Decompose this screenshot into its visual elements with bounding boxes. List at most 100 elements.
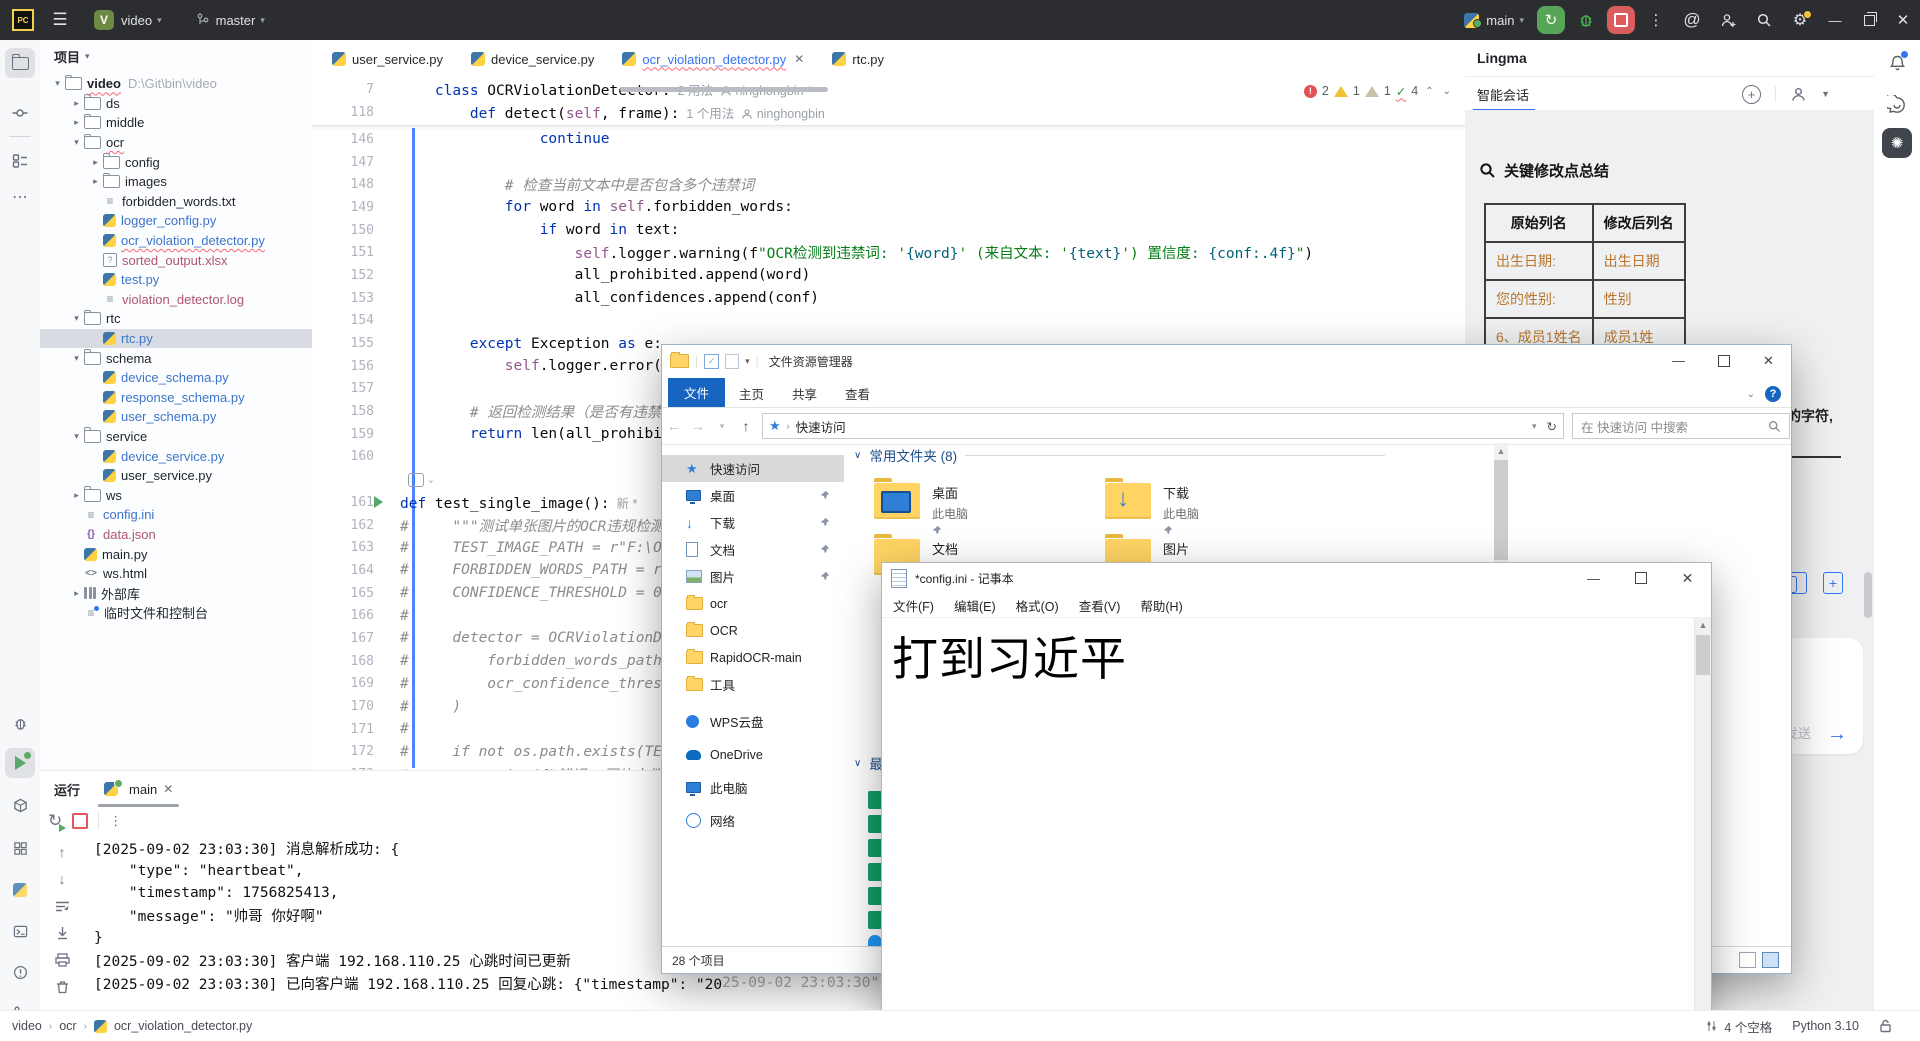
sidebar-item-工具[interactable]: 工具	[662, 671, 844, 698]
notepad-maximize-button[interactable]	[1617, 563, 1664, 593]
run-tab-main[interactable]: main ✕	[98, 771, 179, 807]
ai-assistant-icon[interactable]: @	[1678, 6, 1706, 34]
tree-toggle-icon[interactable]: ▸	[88, 157, 103, 168]
qat-properties-icon[interactable]: ✓	[704, 354, 719, 369]
next-problem-icon[interactable]: ⌄	[1441, 86, 1453, 97]
send-icon[interactable]: →	[1827, 723, 1847, 746]
debug-toolwindow-icon[interactable]	[5, 708, 35, 738]
clear-console-icon[interactable]	[53, 978, 71, 996]
tree-item-config[interactable]: ▸config	[40, 152, 312, 172]
more-options-icon[interactable]: ⋮	[109, 813, 122, 829]
editor-tab-user_service.py[interactable]: user_service.py	[318, 40, 457, 78]
tree-item-外部库[interactable]: ▸外部库	[40, 583, 312, 603]
services-toolwindow-icon[interactable]	[5, 833, 35, 863]
notepad-menu-查看(V)[interactable]: 查看(V)	[1070, 596, 1130, 615]
explorer-titlebar[interactable]: | ✓ ▾ | 文件资源管理器 — ✕	[662, 345, 1791, 377]
lock-icon[interactable]	[1879, 1019, 1892, 1033]
tree-item-ds[interactable]: ▸ds	[40, 94, 312, 114]
up-stacktrace-icon[interactable]: ↑	[53, 843, 71, 861]
tree-item-ws[interactable]: ▸ws	[40, 485, 312, 505]
close-icon[interactable]: ✕	[794, 52, 804, 66]
tree-toggle-icon[interactable]: ▾	[69, 431, 84, 442]
project-toolwindow-icon[interactable]	[5, 48, 35, 78]
tree-item-images[interactable]: ▸images	[40, 172, 312, 192]
tree-item-forbidden_words.txt[interactable]: ≡forbidden_words.txt	[40, 192, 312, 212]
print-icon[interactable]	[53, 951, 71, 969]
search-icon[interactable]	[1750, 6, 1778, 34]
main-menu-icon[interactable]: ☰	[46, 6, 74, 34]
tree-item-video[interactable]: ▾videoD:\Git\bin\video	[40, 74, 312, 94]
tree-toggle-icon[interactable]: ▾	[69, 137, 84, 148]
branch-widget[interactable]: master ▾	[196, 13, 275, 28]
ribbon-tab-文件[interactable]: 文件	[668, 378, 725, 407]
rerun-button[interactable]: ↻	[1537, 6, 1565, 34]
tree-item-rtc[interactable]: ▾rtc	[40, 309, 312, 329]
close-button[interactable]: ✕	[1886, 0, 1920, 40]
interpreter-widget[interactable]: Python 3.10	[1792, 1019, 1859, 1033]
notepad-text-area[interactable]: 打到习近平	[882, 617, 1695, 1011]
breadcrumb-item[interactable]: video	[12, 1019, 42, 1033]
tree-item-device_service.py[interactable]: device_service.py	[40, 446, 312, 466]
tree-item-config.ini[interactable]: ≡config.ini	[40, 505, 312, 525]
ai-actions-icon[interactable]	[408, 473, 424, 487]
sidebar-item-OCR[interactable]: OCR	[662, 617, 844, 644]
scroll-thumb[interactable]	[1696, 635, 1710, 675]
notifications-bell-icon[interactable]	[1882, 48, 1912, 78]
tree-toggle-icon[interactable]: ▾	[69, 313, 84, 324]
notepad-menu-帮助(H)[interactable]: 帮助(H)	[1131, 596, 1191, 615]
notepad-menu-格式(O)[interactable]: 格式(O)	[1007, 596, 1068, 615]
sidebar-item-ocr[interactable]: ocr	[662, 590, 844, 617]
breadcrumb-item[interactable]: ocr_violation_detector.py	[114, 1019, 252, 1033]
inspection-widget[interactable]: !2 1 1 ✓4 ⌃ ⌄	[1304, 82, 1453, 100]
scroll-to-end-icon[interactable]	[53, 924, 71, 942]
tree-item-ocr[interactable]: ▾ocr	[40, 133, 312, 153]
scroll-up-icon[interactable]: ▲	[1695, 617, 1711, 633]
explorer-maximize-button[interactable]	[1701, 345, 1746, 376]
notepad-close-button[interactable]: ✕	[1664, 563, 1711, 593]
close-icon[interactable]: ✕	[163, 782, 173, 796]
python-console-toolwindow-icon[interactable]	[5, 875, 35, 905]
notepad-menu-编辑(E)[interactable]: 编辑(E)	[945, 596, 1005, 615]
tree-toggle-icon[interactable]: ▸	[69, 98, 84, 109]
project-panel-header[interactable]: 项目▾	[40, 40, 312, 72]
lingma-scrollbar[interactable]	[1864, 572, 1872, 618]
sidebar-item-图片[interactable]: 图片	[662, 563, 844, 590]
tree-item-user_service.py[interactable]: user_service.py	[40, 466, 312, 486]
commit-toolwindow-icon[interactable]	[5, 98, 35, 128]
address-bar[interactable]: ★ › 快速访问 ▾ ↻	[762, 413, 1564, 439]
tree-toggle-icon[interactable]: ▾	[50, 78, 65, 89]
ribbon-collapse-icon[interactable]: ⌄	[1747, 389, 1755, 400]
forward-icon[interactable]: →	[686, 418, 710, 434]
tree-item-sorted_output.xlsx[interactable]: ?sorted_output.xlsx	[40, 250, 312, 270]
notepad-minimize-button[interactable]: —	[1570, 563, 1617, 593]
soft-wrap-icon[interactable]	[53, 897, 71, 915]
structure-toolwindow-icon[interactable]	[5, 146, 35, 176]
debug-button[interactable]	[1572, 6, 1600, 34]
editor-tab-rtc.py[interactable]: rtc.py	[818, 40, 898, 78]
back-icon[interactable]: ←	[662, 418, 686, 434]
search-box[interactable]: 在 快速访问 中搜索	[1572, 413, 1790, 439]
prev-problem-icon[interactable]: ⌃	[1423, 86, 1435, 97]
breadcrumb[interactable]: video›ocr›ocr_violation_detector.py	[12, 1019, 252, 1033]
problems-toolwindow-icon[interactable]	[5, 957, 35, 987]
sidebar-item-文档[interactable]: 文档	[662, 536, 844, 563]
tree-toggle-icon[interactable]: ▾	[69, 353, 84, 364]
sidebar-item-下载[interactable]: ↓下载	[662, 509, 844, 536]
address-dropdown-icon[interactable]: ▾	[1532, 421, 1537, 432]
run-toolwindow-icon[interactable]	[5, 748, 35, 778]
tree-item-schema[interactable]: ▾schema	[40, 348, 312, 368]
editor-tab-device_service.py[interactable]: device_service.py	[457, 40, 608, 78]
insert-icon[interactable]: +	[1823, 572, 1843, 594]
notepad-menu-文件(F)[interactable]: 文件(F)	[884, 596, 943, 615]
explorer-close-button[interactable]: ✕	[1746, 345, 1791, 376]
lingma-toolwindow-icon-selected[interactable]: ✺	[1882, 128, 1912, 158]
qat-customize-icon[interactable]: ▾	[745, 356, 750, 367]
add-user-icon[interactable]	[1714, 6, 1742, 34]
tree-toggle-icon[interactable]: ▸	[69, 490, 84, 501]
tree-toggle-icon[interactable]: ▸	[69, 588, 84, 599]
tree-item-device_schema.py[interactable]: device_schema.py	[40, 368, 312, 388]
tree-item-service[interactable]: ▾service	[40, 427, 312, 447]
editor-tab-ocr_violation_detector.py[interactable]: ocr_violation_detector.py✕	[608, 40, 818, 78]
tree-item-user_schema.py[interactable]: user_schema.py	[40, 407, 312, 427]
ribbon-tab-共享[interactable]: 共享	[778, 380, 831, 407]
